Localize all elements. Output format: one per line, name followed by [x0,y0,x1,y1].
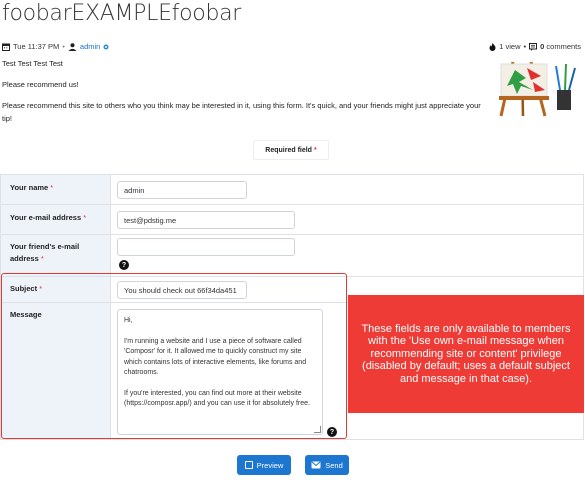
comment-label[interactable]: comments [546,42,581,51]
highlight-box [1,273,347,439]
required-note-label: Required field [265,146,312,154]
intro-line-3a: Please recommend this site to others who… [2,101,481,110]
send-button[interactable]: Send [305,455,349,475]
intro-line-3b: tip! [2,114,13,123]
comment-icon [529,42,538,51]
meta-separator-2: • [523,42,527,51]
email-label: Your e-mail address * [0,204,111,235]
email-input[interactable]: test@pdstig.me [117,211,295,229]
user-icon [68,42,77,51]
name-input[interactable]: admin [117,181,247,199]
author-link[interactable]: admin [80,42,100,51]
meta-separator: • [62,42,65,51]
page-title: foobarEXAMPLEfoobar [2,1,242,26]
required-star: * [313,146,317,154]
name-label: Your name * [0,174,111,205]
privilege-callout: These fields are only available to membe… [348,295,584,413]
calendar-icon [2,43,10,51]
preview-icon [244,461,253,469]
status-icon [103,44,109,49]
fire-icon [489,42,496,51]
friend-email-input[interactable] [117,238,295,256]
send-icon [311,461,321,469]
intro-line-1: Test Test Test Test [2,59,63,68]
friend-email-label: Your friend's e-mail address * [0,234,111,277]
view-count: 1 view [499,42,521,51]
help-icon[interactable]: ? [119,260,129,270]
comment-count: 0 [540,42,545,51]
meta-stats: 1 view • 0 comments [489,42,581,51]
easel-art-icon [499,61,576,117]
meta-line: Tue 11:37 PM • admin [2,42,109,51]
intro-line-2: Please recommend us! [2,80,79,89]
post-date: Tue 11:37 PM [13,42,60,51]
required-field-note: Required field * [253,140,329,160]
preview-button[interactable]: Preview [237,455,291,475]
